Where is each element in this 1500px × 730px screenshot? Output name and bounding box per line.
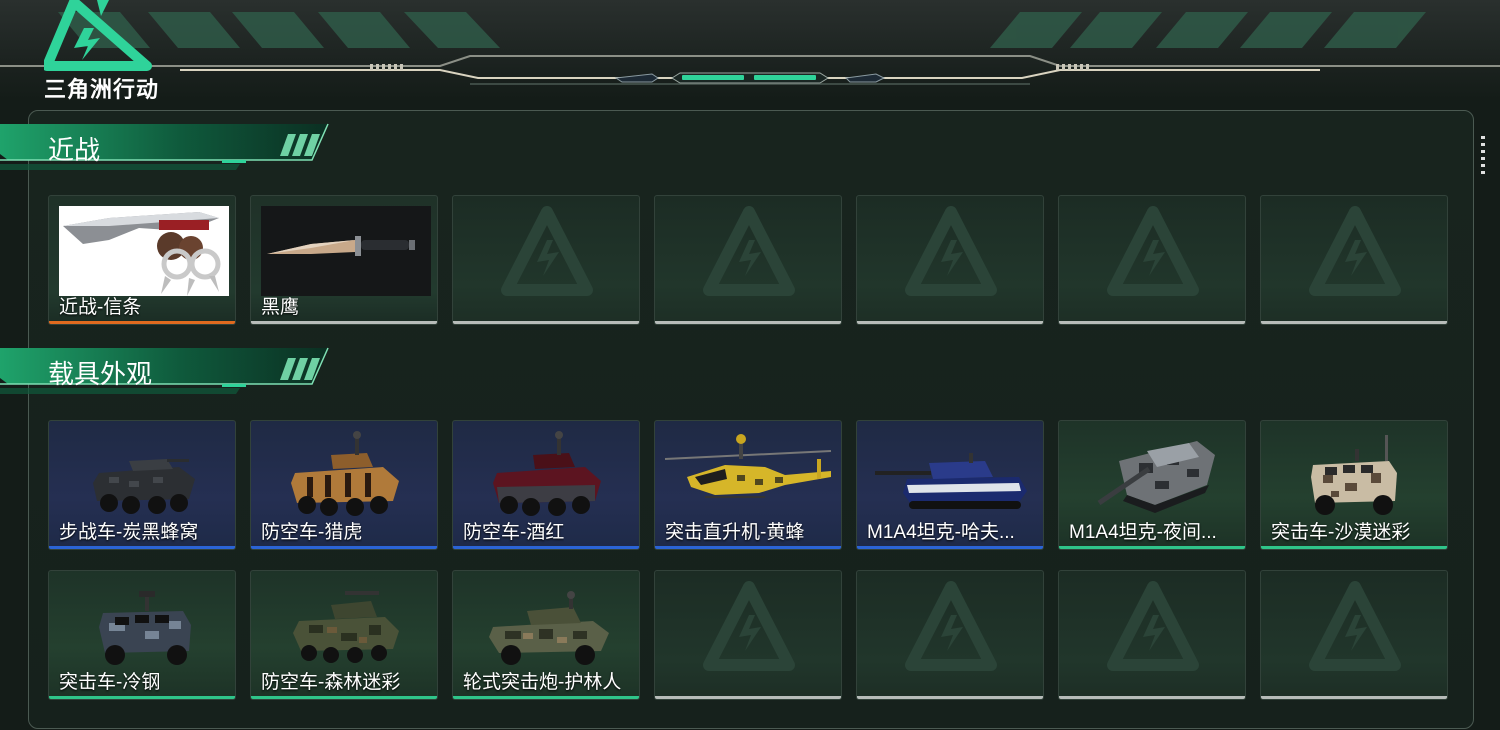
item-card[interactable]: 突击直升机-黄蜂 [654, 420, 842, 550]
rarity-bar [1261, 321, 1447, 324]
rarity-bar [655, 321, 841, 324]
empty-slot [654, 570, 842, 700]
rarity-bar [453, 696, 639, 699]
item-card[interactable]: M1A4坦克-夜间... [1058, 420, 1246, 550]
item-label: 步战车-炭黑蜂窝 [59, 522, 199, 543]
section-title: 近战 [48, 135, 101, 165]
top-bar: 三角洲行动 [0, 0, 1500, 102]
item-card[interactable]: 防空车-森林迷彩 [250, 570, 438, 700]
placeholder-logo-icon [1309, 206, 1401, 296]
rarity-bar [49, 696, 235, 699]
item-label: 黑鹰 [261, 297, 300, 318]
item-label: 轮式突击炮-护林人 [463, 672, 622, 693]
placeholder-logo-icon [1107, 581, 1199, 671]
rarity-bar [857, 321, 1043, 324]
rarity-bar [49, 546, 235, 549]
rarity-bar [1261, 696, 1447, 699]
rarity-bar [655, 546, 841, 549]
empty-slot [1260, 570, 1448, 700]
item-card[interactable]: 防空车-猎虎 [250, 420, 438, 550]
rarity-bar [1059, 696, 1245, 699]
item-card[interactable]: 步战车-炭黑蜂窝 [48, 420, 236, 550]
item-card[interactable]: 防空车-酒红 [452, 420, 640, 550]
item-label: 突击直升机-黄蜂 [665, 522, 805, 543]
empty-slot [856, 195, 1044, 325]
rarity-bar [655, 696, 841, 699]
item-label: 防空车-猎虎 [261, 522, 363, 543]
placeholder-logo-icon [1309, 581, 1401, 671]
item-card[interactable]: 轮式突击炮-护林人 [452, 570, 640, 700]
rarity-bar [453, 321, 639, 324]
item-label: M1A4坦克-哈夫... [867, 522, 1015, 543]
item-card[interactable]: 黑鹰 [250, 195, 438, 325]
rarity-bar [251, 546, 437, 549]
item-card[interactable]: M1A4坦克-哈夫... [856, 420, 1044, 550]
item-label: 突击车-冷钢 [59, 672, 161, 693]
rarity-bar [857, 696, 1043, 699]
empty-slot [654, 195, 842, 325]
rarity-bar [1059, 321, 1245, 324]
empty-slot [1260, 195, 1448, 325]
empty-slot [856, 570, 1044, 700]
top-bar-decoration [0, 12, 1500, 85]
rarity-bar [49, 321, 235, 324]
section-header-vehicle-skins: 载具外观 [0, 344, 340, 400]
empty-slot [452, 195, 640, 325]
item-card[interactable]: 近战-信条 [48, 195, 236, 325]
placeholder-logo-icon [905, 581, 997, 671]
section-title: 载具外观 [48, 359, 153, 389]
item-card[interactable]: 突击车-冷钢 [48, 570, 236, 700]
rarity-bar [857, 546, 1043, 549]
empty-slot [1058, 570, 1246, 700]
section-header-melee: 近战 [0, 120, 340, 176]
item-label: 防空车-森林迷彩 [261, 672, 401, 693]
rarity-bar [1261, 546, 1447, 549]
rarity-bar [251, 696, 437, 699]
placeholder-logo-icon [1107, 206, 1199, 296]
placeholder-logo-icon [703, 206, 795, 296]
placeholder-logo-icon [703, 581, 795, 671]
placeholder-logo-icon [905, 206, 997, 296]
logo-triangle-icon [44, 0, 152, 71]
item-label: M1A4坦克-夜间... [1069, 522, 1217, 543]
rarity-bar [453, 546, 639, 549]
item-label: 突击车-沙漠迷彩 [1271, 522, 1411, 543]
item-label: 近战-信条 [59, 297, 142, 318]
rarity-bar [251, 321, 437, 324]
item-label: 防空车-酒红 [463, 522, 565, 543]
logo-text: 三角洲行动 [44, 77, 160, 102]
placeholder-logo-icon [501, 206, 593, 296]
empty-slot [1058, 195, 1246, 325]
rarity-bar [1059, 546, 1245, 549]
scrollbar[interactable] [1481, 136, 1485, 178]
item-card[interactable]: 突击车-沙漠迷彩 [1260, 420, 1448, 550]
